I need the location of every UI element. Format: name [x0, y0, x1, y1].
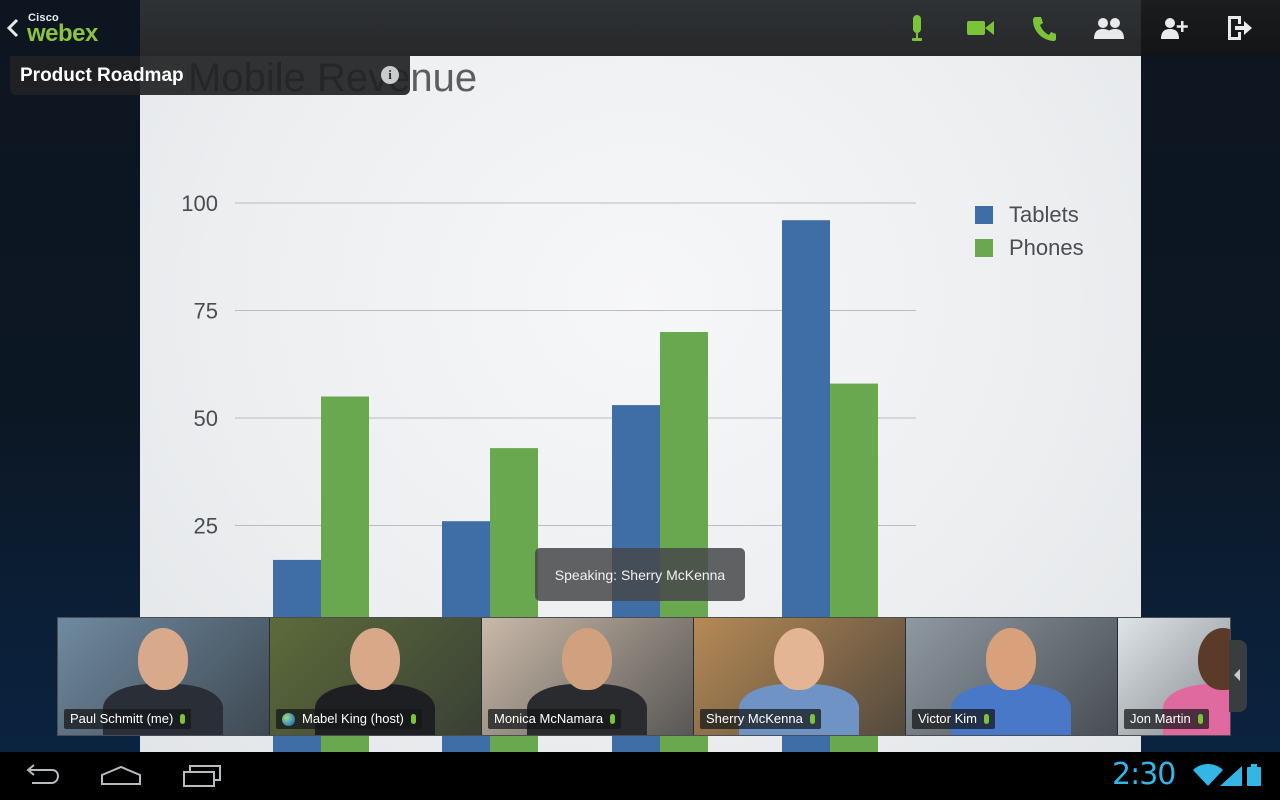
legend-swatch — [975, 206, 993, 224]
participant-name: Victor Kim — [918, 711, 977, 726]
app-window: Cisco webex 100 75 50 25 Tablets Phones … — [0, 0, 1280, 752]
leave-meeting-button[interactable] — [1221, 10, 1257, 46]
legend-label: Tablets — [1009, 202, 1079, 227]
microphone-button[interactable] — [899, 10, 935, 46]
participant-strip[interactable]: Paul Schmitt (me) Mabel King (host) Monica… — [57, 617, 1231, 736]
y-tick-label: 100 — [181, 191, 218, 216]
microphone-icon — [610, 714, 616, 724]
speaking-indicator: Speaking: Sherry McKenna — [535, 548, 745, 601]
microphone-icon — [410, 714, 416, 724]
speaking-text: Speaking: Sherry McKenna — [554, 566, 726, 583]
y-tick-label: 50 — [194, 406, 218, 431]
add-participant-icon — [1161, 18, 1188, 39]
participant-face — [562, 628, 612, 690]
y-tick-label: 25 — [194, 514, 218, 539]
microphone-icon — [180, 714, 186, 724]
globe-icon — [282, 712, 295, 726]
participant-name-label: Victor Kim — [912, 709, 995, 729]
chevron-left-icon — [1234, 669, 1240, 681]
participant-name: Monica McNamara — [494, 711, 604, 726]
participant-face — [138, 628, 188, 690]
participant-name: Sherry McKenna — [706, 711, 803, 726]
legend-label: Phones — [1009, 235, 1084, 260]
participant-face — [1198, 628, 1230, 690]
leave-meeting-icon — [1228, 16, 1252, 40]
participant-name: Paul Schmitt (me) — [70, 711, 174, 726]
participant-tile[interactable]: Jon Martin — [1118, 618, 1230, 735]
microphone-icon — [809, 714, 815, 724]
participant-name-label: Paul Schmitt (me) — [64, 709, 192, 729]
info-icon[interactable]: i — [381, 66, 399, 84]
meeting-toolbar — [140, 0, 1141, 57]
meeting-title-bar: Product Roadmap i — [10, 56, 410, 95]
participant-tile[interactable]: Mabel King (host) — [270, 618, 482, 735]
back-arrow-icon — [6, 18, 19, 38]
video-button[interactable] — [963, 10, 999, 46]
participant-tile[interactable]: Monica McNamara — [482, 618, 694, 735]
add-participant-button[interactable] — [1157, 10, 1193, 46]
microphone-icon — [984, 714, 989, 724]
meeting-title: Product Roadmap — [20, 65, 184, 86]
participant-name-label: Sherry McKenna — [700, 709, 821, 729]
system-navigation-bar — [0, 752, 1280, 800]
participant-face — [350, 628, 400, 690]
phone-button[interactable] — [1026, 10, 1062, 46]
phone-icon — [1033, 17, 1056, 41]
video-camera-icon — [967, 21, 994, 35]
participant-tile[interactable]: Victor Kim — [906, 618, 1118, 735]
signal-icon — [1220, 766, 1242, 786]
strip-collapse-handle[interactable] — [1229, 640, 1247, 712]
participants-button[interactable] — [1091, 10, 1127, 46]
battery-icon — [1247, 764, 1261, 786]
participant-face — [774, 628, 824, 690]
status-clock: 2:30 — [1112, 757, 1176, 792]
webex-wordmark: webex — [27, 20, 98, 47]
webex-logo-back-button[interactable]: Cisco webex — [6, 10, 136, 48]
webex-brand: webex — [27, 20, 98, 48]
participant-tile[interactable]: Paul Schmitt (me) — [58, 618, 270, 735]
participant-name-label: Jon Martin — [1124, 709, 1209, 729]
participant-name-label: Mabel King (host) — [276, 709, 422, 729]
wifi-icon — [1193, 764, 1223, 786]
participant-face — [986, 628, 1036, 690]
meeting-actions — [1141, 0, 1280, 56]
recent-apps-icon[interactable] — [182, 764, 222, 788]
home-icon[interactable] — [100, 764, 142, 788]
back-icon[interactable] — [22, 764, 60, 788]
microphone-icon — [1197, 714, 1203, 724]
participants-icon — [1094, 18, 1124, 39]
participant-name: Jon Martin — [1130, 711, 1191, 726]
participant-name-label: Monica McNamara — [488, 709, 622, 729]
participant-tile[interactable]: Sherry McKenna — [694, 618, 906, 735]
participant-name: Mabel King (host) — [302, 711, 404, 726]
microphone-icon — [912, 15, 922, 41]
legend-swatch — [975, 239, 993, 257]
y-tick-label: 75 — [194, 299, 218, 324]
